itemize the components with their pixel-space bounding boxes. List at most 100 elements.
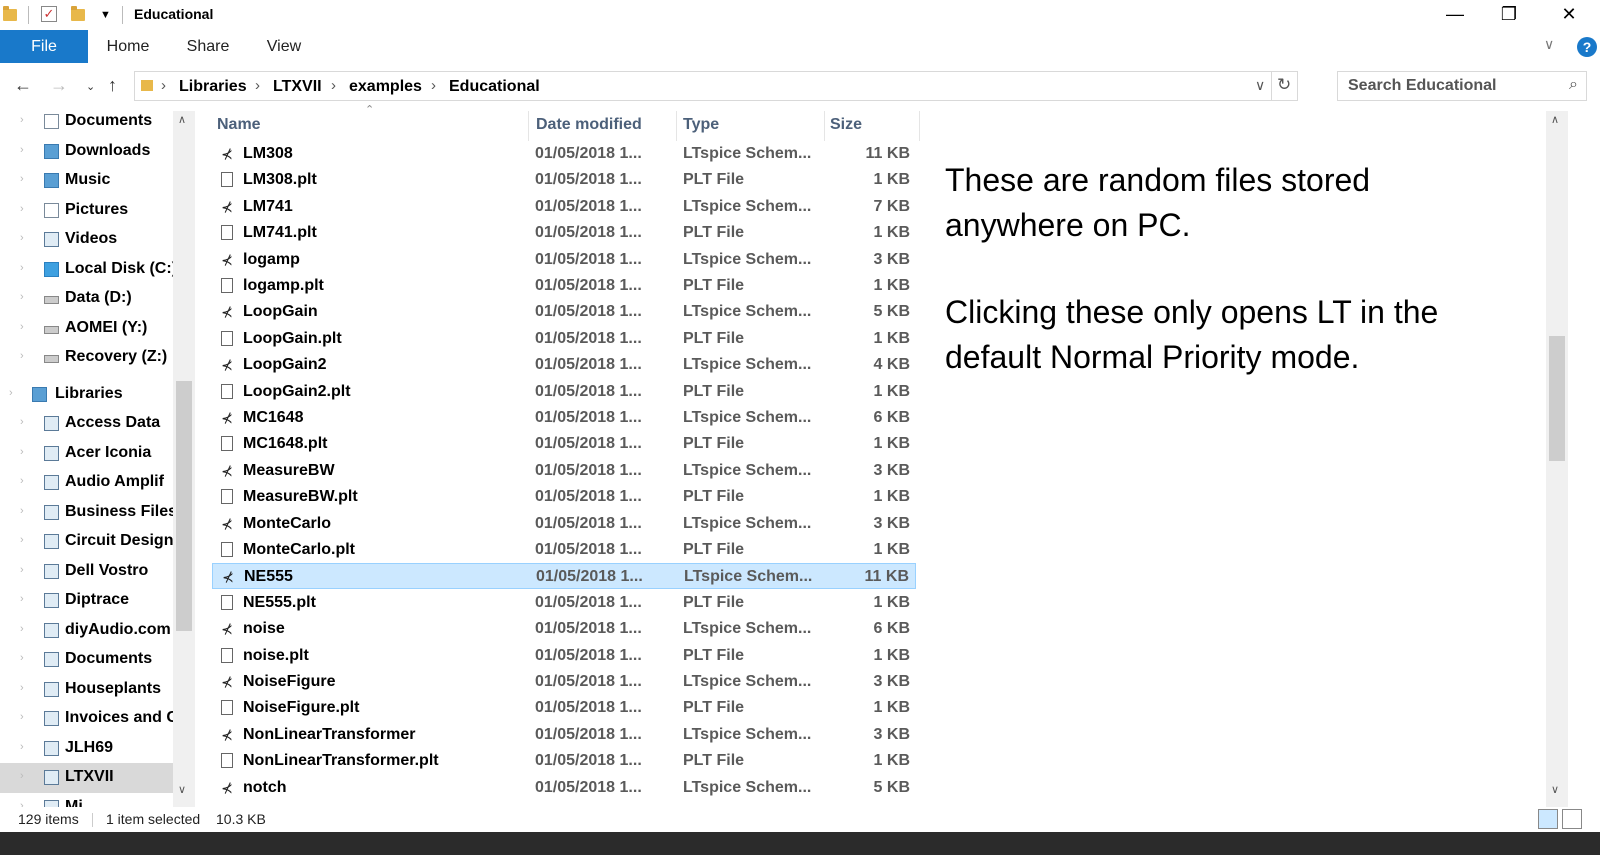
expand-chevron-icon[interactable]: › xyxy=(20,652,24,664)
breadcrumb-examples[interactable]: examples xyxy=(349,78,422,96)
file-row[interactable]: LoopGain2.plt 01/05/2018 1... PLT File 1 KB xyxy=(212,379,916,405)
expand-chevron-icon[interactable]: › xyxy=(20,114,24,126)
file-row[interactable]: noise.plt 01/05/2018 1... PLT File 1 KB xyxy=(212,643,916,669)
help-icon[interactable]: ? xyxy=(1577,37,1597,57)
expand-chevron-icon[interactable]: › xyxy=(20,564,24,576)
file-row[interactable]: LM741.plt 01/05/2018 1... PLT File 1 KB xyxy=(212,220,916,246)
expand-chevron-icon[interactable]: › xyxy=(20,262,24,274)
file-row[interactable]: ⊀ MC1648 01/05/2018 1... LTspice Schem... 6 … xyxy=(212,405,916,431)
expand-chevron-icon[interactable]: › xyxy=(20,593,24,605)
close-button[interactable]: ✕ xyxy=(1540,0,1598,30)
sidebar-item[interactable]: › Dell Vostro xyxy=(0,557,175,587)
file-row[interactable]: MC1648.plt 01/05/2018 1... PLT File 1 KB xyxy=(212,431,916,457)
scroll-down-icon[interactable]: ∨ xyxy=(1551,783,1559,796)
file-row[interactable]: ⊀ NonLinearTransformer 01/05/2018 1... LTsp… xyxy=(212,722,916,748)
navigation-pane[interactable]: › Documents › Downloads › Music › Pictures › Vide… xyxy=(0,111,195,821)
column-divider[interactable] xyxy=(528,111,529,141)
sidebar-item[interactable]: › Invoices and C xyxy=(0,704,178,734)
expand-ribbon-icon[interactable]: ∨ xyxy=(1544,36,1554,53)
sidebar-item[interactable]: › Documents xyxy=(0,111,175,137)
expand-chevron-icon[interactable]: › xyxy=(20,416,24,428)
new-folder-icon[interactable] xyxy=(70,5,88,23)
sidebar-item[interactable]: › Pictures xyxy=(0,196,175,226)
expand-chevron-icon[interactable]: › xyxy=(20,682,24,694)
file-row[interactable]: NoiseFigure.plt 01/05/2018 1... PLT File 1 … xyxy=(212,695,916,721)
nav-scroll-thumb[interactable] xyxy=(176,381,192,631)
sidebar-item[interactable]: › Diptrace xyxy=(0,586,175,616)
search-input[interactable]: Search Educational xyxy=(1348,77,1497,95)
expand-chevron-icon[interactable]: › xyxy=(20,321,24,333)
expand-chevron-icon[interactable]: › xyxy=(20,446,24,458)
breadcrumb-educational[interactable]: Educational xyxy=(449,78,540,96)
address-dropdown-icon[interactable]: ∨ xyxy=(1255,77,1265,94)
minimize-button[interactable]: — xyxy=(1426,0,1484,30)
expand-chevron-icon[interactable]: › xyxy=(20,623,24,635)
file-row[interactable]: ⊀ LM308 01/05/2018 1... LTspice Schem... 11 … xyxy=(212,141,916,167)
search-box[interactable]: Search Educational ⌕ xyxy=(1337,71,1587,101)
customize-toolbar-icon[interactable]: ▼ xyxy=(100,9,118,27)
sidebar-item[interactable]: › JLH69 xyxy=(0,734,175,764)
maximize-button[interactable]: ❐ xyxy=(1480,0,1538,30)
file-row[interactable]: LM308.plt 01/05/2018 1... PLT File 1 KB xyxy=(212,167,916,193)
file-row[interactable]: ⊀ notch 01/05/2018 1... LTspice Schem... 5 K… xyxy=(212,775,916,801)
tab-file[interactable]: File xyxy=(0,30,88,63)
file-row[interactable]: LoopGain.plt 01/05/2018 1... PLT File 1 KB xyxy=(212,326,916,352)
file-row[interactable]: MeasureBW.plt 01/05/2018 1... PLT File 1 KB xyxy=(212,484,916,510)
expand-chevron-icon[interactable]: › xyxy=(20,203,24,215)
sidebar-item[interactable]: › Downloads xyxy=(0,137,175,167)
expand-chevron-icon[interactable]: › xyxy=(20,770,24,782)
file-row[interactable]: ⊀ LoopGain2 01/05/2018 1... LTspice Schem..… xyxy=(212,352,916,378)
sidebar-item[interactable]: › LTXVII xyxy=(0,763,175,793)
file-row[interactable]: ⊀ MeasureBW 01/05/2018 1... LTspice Schem..… xyxy=(212,458,916,484)
file-row[interactable]: ⊀ noise 01/05/2018 1... LTspice Schem... 6 K… xyxy=(212,616,916,642)
sidebar-item[interactable]: › Local Disk (C:) xyxy=(0,255,177,285)
sidebar-item[interactable]: › diyAudio.com xyxy=(0,616,175,646)
expand-chevron-icon[interactable]: › xyxy=(20,173,24,185)
sidebar-item[interactable]: › Documents xyxy=(0,645,175,675)
breadcrumb-libraries[interactable]: Libraries xyxy=(179,78,247,96)
details-view-icon[interactable] xyxy=(1538,809,1558,829)
scroll-up-icon[interactable]: ∧ xyxy=(178,113,186,126)
file-row[interactable]: ⊀ NoiseFigure 01/05/2018 1... LTspice Schem… xyxy=(212,669,916,695)
sidebar-item[interactable]: › Data (D:) xyxy=(0,284,175,314)
refresh-icon[interactable]: ↻ xyxy=(1277,75,1291,95)
sidebar-item[interactable]: › Circuit Design xyxy=(0,527,175,557)
sidebar-item[interactable]: › Access Data xyxy=(0,409,175,439)
file-row[interactable]: ⊀ NE555 01/05/2018 1... LTspice Schem... 11 … xyxy=(212,563,916,590)
large-icons-view-icon[interactable] xyxy=(1562,809,1582,829)
recent-locations-icon[interactable]: ⌄ xyxy=(86,80,95,93)
column-divider[interactable] xyxy=(919,111,920,141)
expand-chevron-icon[interactable]: › xyxy=(9,387,13,399)
file-row[interactable]: ⊀ LoopGain 01/05/2018 1... LTspice Schem...… xyxy=(212,299,916,325)
address-bar[interactable]: › Libraries › LTXVII › examples › Educat… xyxy=(134,71,1298,101)
scroll-up-icon[interactable]: ∧ xyxy=(1551,113,1559,126)
sidebar-item[interactable]: › AOMEI (Y:) xyxy=(0,314,175,344)
sidebar-item[interactable]: › Houseplants xyxy=(0,675,175,705)
column-divider[interactable] xyxy=(824,111,825,141)
expand-chevron-icon[interactable]: › xyxy=(20,505,24,517)
sidebar-item[interactable]: › Recovery (Z:) xyxy=(0,343,175,373)
sidebar-item[interactable]: › Music xyxy=(0,166,175,196)
column-divider[interactable] xyxy=(676,111,677,141)
file-row[interactable]: logamp.plt 01/05/2018 1... PLT File 1 KB xyxy=(212,273,916,299)
expand-chevron-icon[interactable]: › xyxy=(20,144,24,156)
column-date-modified[interactable]: Date modified xyxy=(536,116,642,134)
forward-arrow-icon[interactable]: → xyxy=(50,75,68,96)
file-row[interactable]: MonteCarlo.plt 01/05/2018 1... PLT File 1 K… xyxy=(212,537,916,563)
file-list-scrollbar[interactable]: ∧ ∨ xyxy=(1546,111,1568,821)
back-arrow-icon[interactable]: ← xyxy=(14,75,32,96)
up-arrow-icon[interactable]: ↑ xyxy=(108,75,117,96)
breadcrumb-ltxvii[interactable]: LTXVII xyxy=(273,78,322,96)
file-row[interactable]: ⊀ logamp 01/05/2018 1... LTspice Schem... 3 … xyxy=(212,247,916,273)
expand-chevron-icon[interactable]: › xyxy=(20,534,24,546)
file-row[interactable]: NE555.plt 01/05/2018 1... PLT File 1 KB xyxy=(212,590,916,616)
expand-chevron-icon[interactable]: › xyxy=(20,741,24,753)
expand-chevron-icon[interactable]: › xyxy=(20,232,24,244)
file-row[interactable]: ⊀ LM741 01/05/2018 1... LTspice Schem... 7 K… xyxy=(212,194,916,220)
file-row[interactable]: NonLinearTransformer.plt 01/05/2018 1... P… xyxy=(212,748,916,774)
sidebar-item[interactable]: › Business Files xyxy=(0,498,177,528)
scroll-down-icon[interactable]: ∨ xyxy=(178,783,186,796)
file-list-scroll-thumb[interactable] xyxy=(1549,336,1565,461)
tab-view[interactable]: View xyxy=(256,30,312,63)
column-type[interactable]: Type xyxy=(683,116,719,134)
